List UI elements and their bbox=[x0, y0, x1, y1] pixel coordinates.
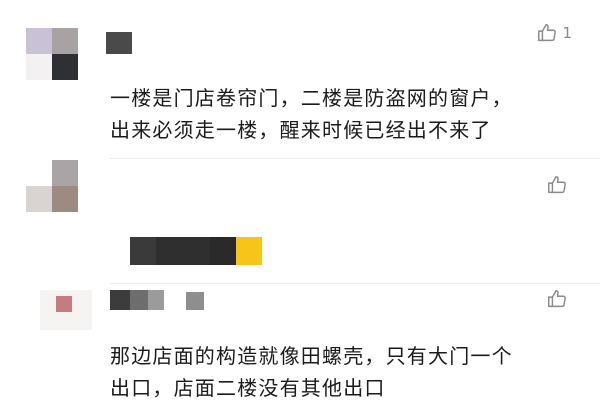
comment-item-3: 那边店面的构造就像田螺壳，只有大门一个 出口，店面二楼没有其他出口 bbox=[0, 284, 600, 420]
comment-item-1: 1 一楼是门店卷帘门，二楼是防盗网的窗户， 出来必须走一楼，醒来时候已经出不来了 bbox=[0, 0, 600, 160]
thumbs-up-icon bbox=[546, 288, 568, 310]
comment-item-2 bbox=[0, 160, 600, 280]
divider bbox=[110, 158, 600, 159]
like-button[interactable] bbox=[546, 174, 572, 196]
thumbs-up-icon bbox=[546, 174, 568, 196]
comment-text: 那边店面的构造就像田螺壳，只有大门一个 出口，店面二楼没有其他出口 bbox=[110, 344, 513, 400]
comment-text: 一楼是门店卷帘门，二楼是防盗网的窗户， 出来必须走一楼，醒来时候已经出不来了 bbox=[110, 86, 513, 142]
avatar[interactable] bbox=[26, 160, 86, 212]
avatar[interactable] bbox=[26, 28, 86, 84]
badge-yellow bbox=[236, 237, 262, 265]
pixelated-text bbox=[130, 237, 262, 265]
username[interactable] bbox=[110, 290, 206, 312]
avatar[interactable] bbox=[40, 290, 92, 330]
username[interactable] bbox=[106, 32, 132, 54]
thumbs-up-icon bbox=[536, 22, 558, 44]
like-count: 1 bbox=[562, 24, 572, 42]
like-button[interactable]: 1 bbox=[536, 22, 572, 44]
like-button[interactable] bbox=[546, 288, 572, 310]
